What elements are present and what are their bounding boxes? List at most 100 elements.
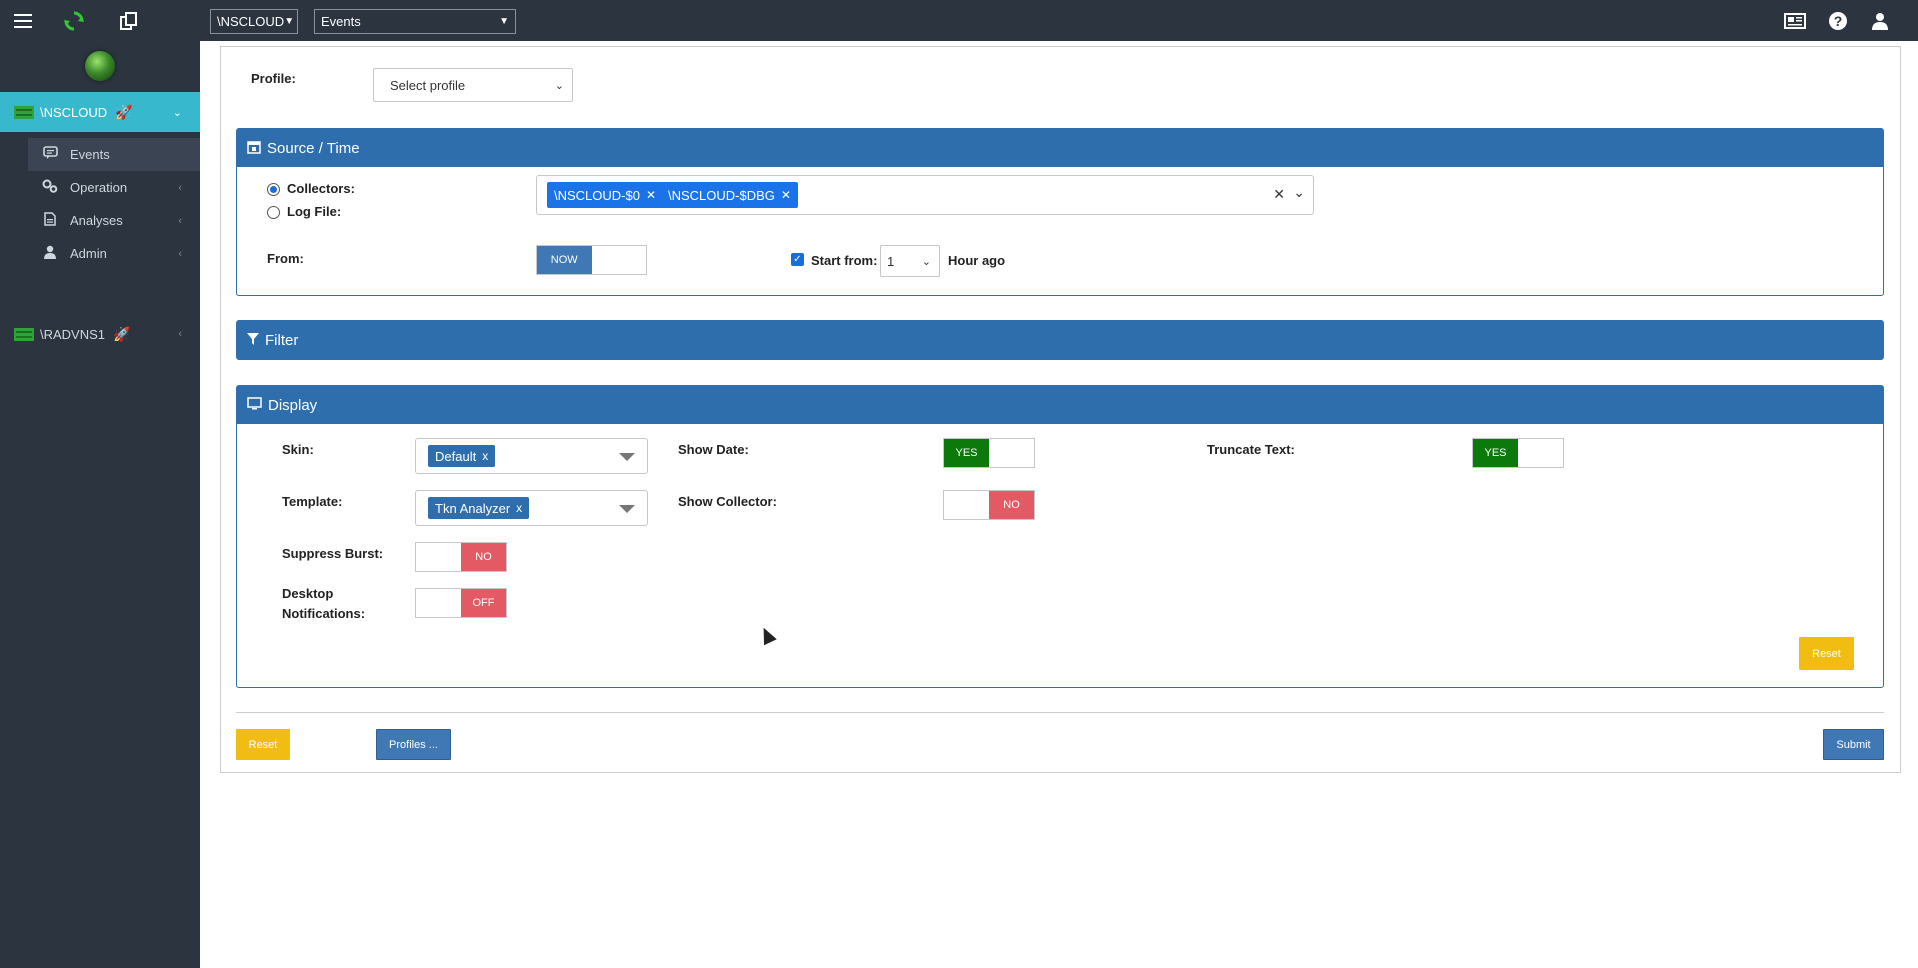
skin-chip[interactable]: Default x: [428, 445, 496, 467]
refresh-icon[interactable]: [60, 0, 88, 41]
submit-button[interactable]: Submit: [1823, 729, 1884, 760]
rocket-icon: 🚀: [113, 325, 131, 342]
collectors-tag-input[interactable]: \NSCLOUD-$0 ✕ \NSCLOUD-$DBG ✕ ✕ ⌄: [536, 175, 1314, 215]
source-time-header[interactable]: Source / Time: [237, 129, 1883, 167]
desktop-label-line2: Notifications:: [282, 606, 366, 621]
calendar-icon: [247, 140, 261, 157]
profile-select[interactable]: Select profile ⌄: [373, 68, 573, 102]
main-panel: Profile: Select profile ⌄ Source / Time …: [220, 46, 1901, 773]
from-now-toggle[interactable]: NOW: [536, 245, 647, 275]
collector-tag[interactable]: \NSCLOUD-$0 ✕: [547, 182, 664, 208]
display-reset-button[interactable]: Reset: [1799, 637, 1854, 670]
user-icon[interactable]: [1867, 0, 1893, 41]
document-icon: [42, 212, 58, 229]
sidebar-item-label: Events: [70, 147, 110, 162]
profile-label: Profile:: [251, 71, 296, 86]
chevron-down-icon: ▼: [284, 16, 295, 27]
source-time-title: Source / Time: [267, 139, 360, 157]
collectors-label: Collectors:: [287, 181, 355, 196]
newspaper-icon[interactable]: [1782, 0, 1808, 41]
reset-button[interactable]: Reset: [236, 729, 290, 760]
collector-tag[interactable]: \NSCLOUD-$DBG ✕: [661, 182, 798, 208]
desktop-label-line1: Desktop: [282, 586, 334, 601]
sidebar-item-operation[interactable]: Operation ‹: [0, 171, 200, 204]
logfile-radio[interactable]: [267, 206, 280, 219]
filter-icon: [247, 332, 259, 348]
close-icon[interactable]: x: [516, 501, 522, 515]
node-select[interactable]: \NSCLOUD ▼: [210, 9, 298, 34]
hour-ago-label: Hour ago: [948, 253, 1006, 268]
sidebar-item-analyses[interactable]: Analyses ‹: [0, 204, 200, 237]
chevron-left-icon: ‹: [178, 181, 182, 194]
page-select-value: Events: [321, 14, 361, 29]
svg-text:?: ?: [1834, 13, 1843, 29]
sidebar-item-events[interactable]: Events: [28, 138, 200, 171]
display-title: Display: [268, 396, 318, 414]
source-time-panel: Source / Time Collectors: Log File: \NSC…: [236, 128, 1884, 296]
toggle-blank-segment: [416, 589, 461, 617]
display-header[interactable]: Display: [237, 386, 1883, 424]
template-label: Template:: [282, 494, 343, 509]
top-bar: \NSCLOUD ▼ Events ▼ ?: [0, 0, 1918, 41]
skin-chip-label: Default: [435, 448, 477, 464]
truncate-text-toggle[interactable]: YES: [1472, 438, 1564, 468]
filter-title: Filter: [265, 331, 299, 349]
toggle-blank-segment: [416, 543, 461, 571]
show-date-label: Show Date:: [678, 442, 749, 457]
cogs-icon: [42, 179, 58, 196]
dropdown-arrow-icon: [619, 505, 635, 513]
start-from-checkbox[interactable]: ✓: [791, 253, 804, 266]
skin-select[interactable]: Default x: [415, 438, 648, 474]
page-select[interactable]: Events ▼: [314, 9, 516, 34]
sidebar-node-nscloud[interactable]: \NSCLOUD 🚀 ⌄: [0, 92, 200, 132]
from-label: From:: [267, 251, 304, 266]
sidebar-item-admin[interactable]: Admin ‹: [0, 237, 200, 270]
sidebar: \NSCLOUD 🚀 ⌄ Events Operation ‹ Analyses…: [0, 41, 200, 968]
logfile-label: Log File:: [287, 204, 342, 219]
start-from-label: Start from:: [811, 253, 878, 268]
template-select[interactable]: Tkn Analyzer x: [415, 490, 648, 526]
chevron-down-icon: ⌄: [554, 79, 564, 92]
desktop-notifications-toggle[interactable]: OFF: [415, 588, 507, 618]
sidebar-item-label: Admin: [70, 246, 107, 261]
copy-icon[interactable]: [116, 0, 142, 41]
yes-segment: YES: [1473, 439, 1518, 467]
chevron-left-icon: ‹: [178, 247, 182, 260]
close-icon[interactable]: x: [482, 449, 488, 463]
profile-select-value: Select profile: [390, 77, 466, 93]
now-segment: NOW: [537, 246, 592, 274]
no-segment: NO: [989, 491, 1034, 519]
suppress-burst-toggle[interactable]: NO: [415, 542, 507, 572]
sidebar-item-label: Operation: [70, 180, 128, 195]
show-date-toggle[interactable]: YES: [943, 438, 1035, 468]
toggle-blank-segment: [1518, 439, 1563, 467]
start-from-select[interactable]: 1 ⌄: [880, 245, 940, 277]
server-icon: [14, 327, 34, 341]
dropdown-arrow-icon: [619, 453, 635, 461]
chevron-down-icon[interactable]: ⌄: [1293, 184, 1305, 201]
profiles-button[interactable]: Profiles ...: [376, 729, 451, 760]
show-collector-label: Show Collector:: [678, 494, 777, 509]
sidebar-node-radvns1[interactable]: \RADVNS1 🚀 ‹: [0, 319, 200, 349]
collectors-radio[interactable]: [267, 183, 280, 196]
footer-divider: [236, 712, 1884, 713]
toggle-blank-segment: [591, 246, 646, 274]
collector-tag-label: \NSCLOUD-$0: [554, 187, 640, 203]
template-chip-label: Tkn Analyzer: [435, 500, 511, 516]
filter-header[interactable]: Filter: [237, 321, 1883, 359]
help-icon[interactable]: ?: [1825, 0, 1851, 41]
show-collector-toggle[interactable]: NO: [943, 490, 1035, 520]
truncate-text-label: Truncate Text:: [1207, 442, 1295, 457]
comment-icon: [42, 146, 58, 163]
close-icon[interactable]: ✕: [781, 188, 791, 202]
close-icon[interactable]: ✕: [646, 188, 656, 202]
monitor-icon: [247, 397, 262, 413]
hamburger-icon[interactable]: [10, 0, 36, 41]
toggle-blank-segment: [989, 439, 1034, 467]
clear-icon[interactable]: ✕: [1273, 186, 1285, 203]
yes-segment: YES: [944, 439, 989, 467]
off-segment: OFF: [461, 589, 506, 617]
template-chip[interactable]: Tkn Analyzer x: [428, 497, 530, 519]
sidebar-item-label: Analyses: [70, 213, 123, 228]
chevron-left-icon: ‹: [178, 328, 182, 340]
